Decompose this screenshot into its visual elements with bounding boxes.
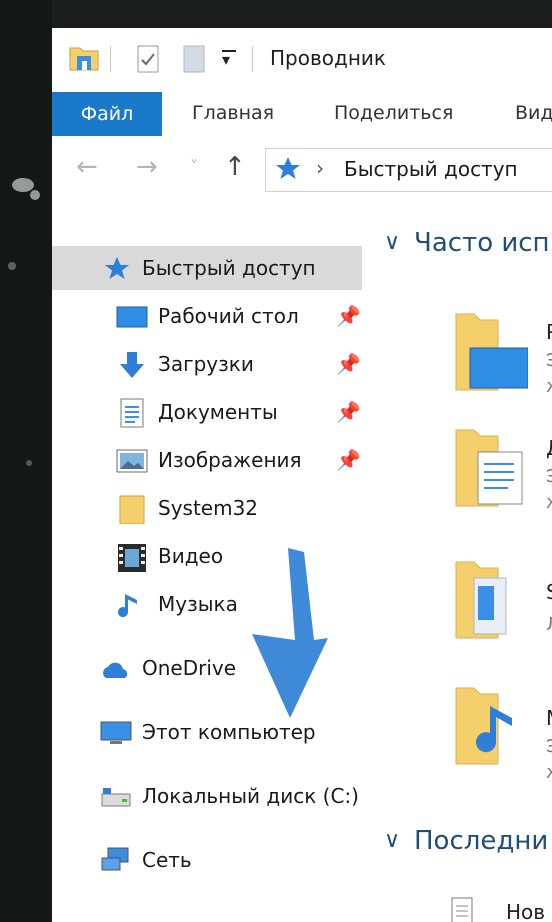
annotation-arrow-icon	[252, 548, 328, 718]
desktop-background	[0, 0, 52, 922]
explorer-window: ▾ Проводник Файл Главная Поделиться Вид …	[52, 28, 552, 922]
desktop-speck	[12, 178, 34, 192]
desktop-speck	[8, 262, 16, 270]
desktop-speck	[26, 460, 32, 466]
desktop-speck	[30, 190, 40, 200]
